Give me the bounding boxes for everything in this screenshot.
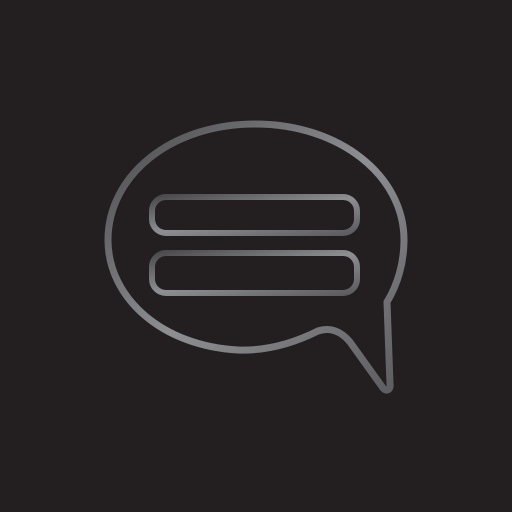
app-icon-tile xyxy=(0,0,512,512)
chat-bubble-icon xyxy=(0,0,512,512)
